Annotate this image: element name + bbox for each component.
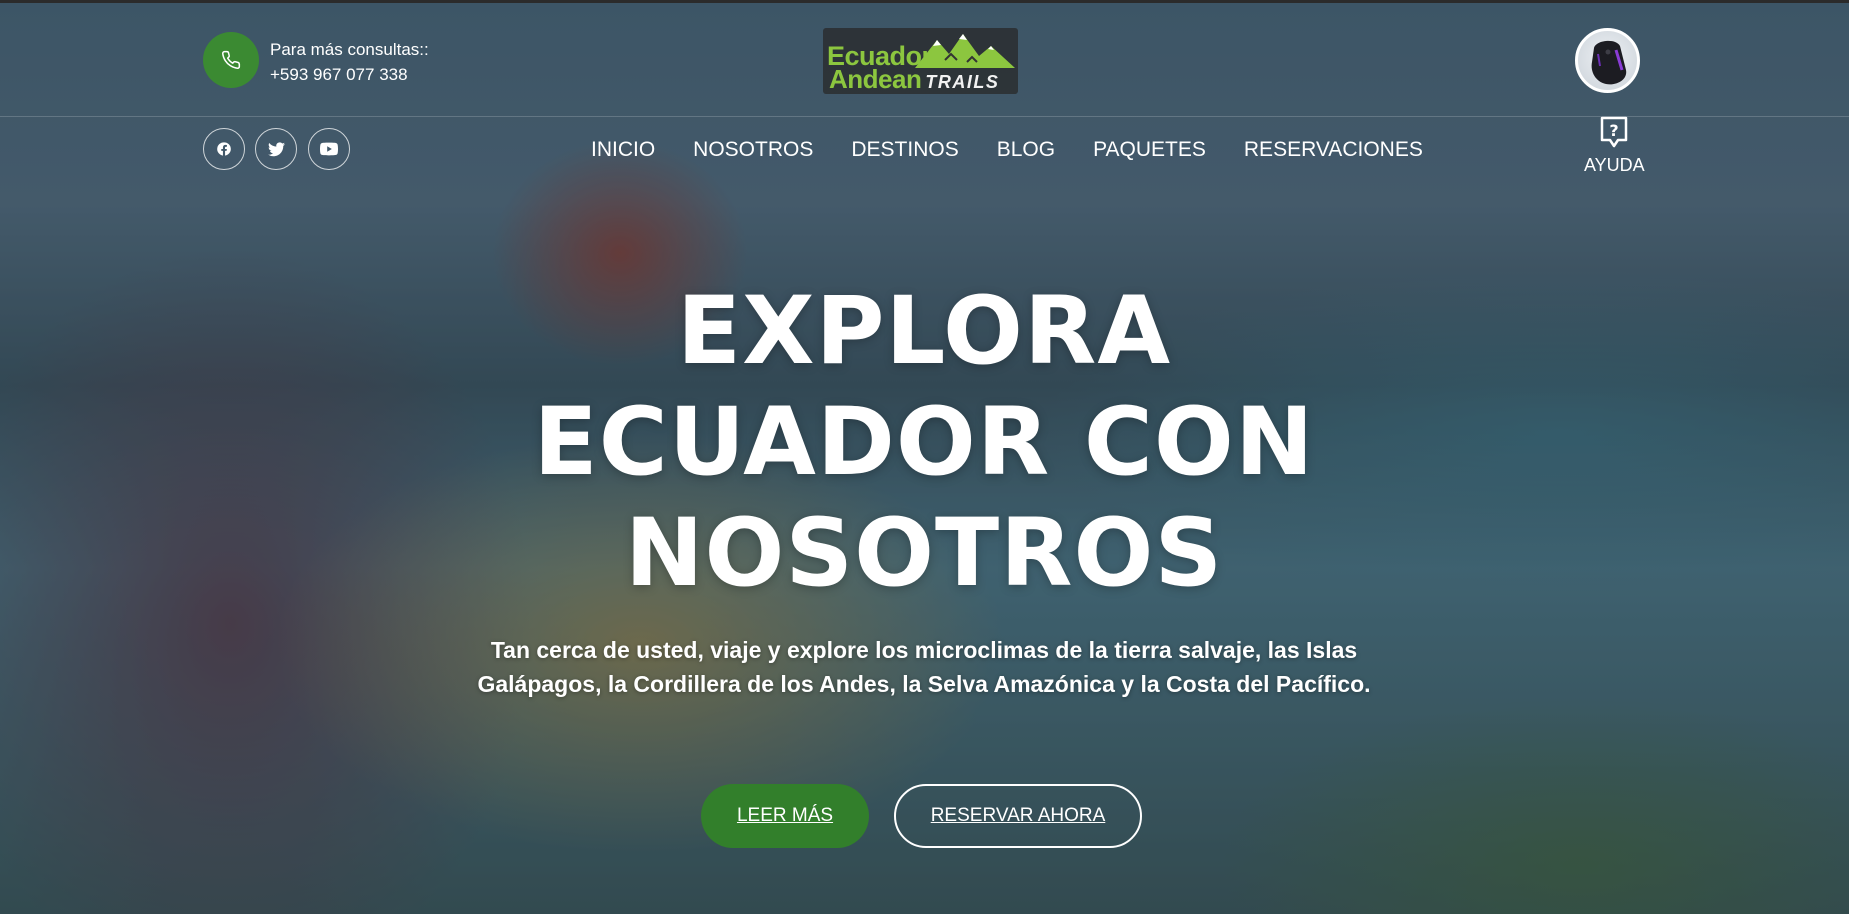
logo-text-andean: Andean TRAILS	[829, 66, 999, 94]
contact-phone[interactable]: +593 967 077 338	[270, 62, 429, 87]
hero-headline-line-1: EXPLORA	[676, 277, 1172, 386]
avatar[interactable]	[1575, 28, 1640, 93]
nav-item-inicio[interactable]: INICIO	[591, 137, 655, 163]
nav-item-destinos[interactable]: DESTINOS	[851, 137, 958, 163]
main-nav: INICIO NOSOTROS DESTINOS BLOG PAQUETES R…	[591, 137, 1423, 163]
help-label: AYUDA	[1584, 155, 1645, 175]
phone-icon[interactable]	[203, 32, 259, 88]
read-more-button[interactable]: LEER MÁS	[701, 784, 869, 848]
help-icon: ?	[1600, 116, 1628, 148]
hero-subtitle: Tan cerca de usted, viaje y explore los …	[477, 637, 1371, 697]
hero-section: Para más consultas:: +593 967 077 338 Ec…	[0, 0, 1849, 914]
youtube-icon[interactable]	[308, 128, 350, 170]
logo-text-andean-word: Andean	[829, 64, 922, 94]
help-button[interactable]: ? AYUDA	[1584, 116, 1645, 176]
hero-headline-line-3: NOSOTROS	[624, 499, 1224, 608]
facebook-icon[interactable]	[203, 128, 245, 170]
nav-item-nosotros[interactable]: NOSOTROS	[693, 137, 813, 163]
header-divider	[0, 116, 1849, 117]
gaming-mouse-avatar-icon	[1591, 40, 1626, 84]
nav-item-reservaciones[interactable]: RESERVACIONES	[1244, 137, 1423, 163]
nav-item-paquetes[interactable]: PAQUETES	[1093, 137, 1206, 163]
book-now-button[interactable]: RESERVAR AHORA	[894, 784, 1142, 848]
svg-text:?: ?	[1609, 121, 1618, 140]
contact-info: Para más consultas:: +593 967 077 338	[270, 37, 429, 87]
site-logo[interactable]: Ecuador Andean TRAILS	[823, 28, 1018, 94]
nav-item-blog[interactable]: BLOG	[997, 137, 1055, 163]
hero-headline-line-2: ECUADOR CON	[533, 388, 1315, 497]
twitter-icon[interactable]	[255, 128, 297, 170]
hero-headline: EXPLORA ECUADOR CON NOSOTROS	[424, 276, 1424, 609]
contact-label: Para más consultas::	[270, 40, 429, 59]
logo-text-trails: TRAILS	[925, 72, 1000, 92]
